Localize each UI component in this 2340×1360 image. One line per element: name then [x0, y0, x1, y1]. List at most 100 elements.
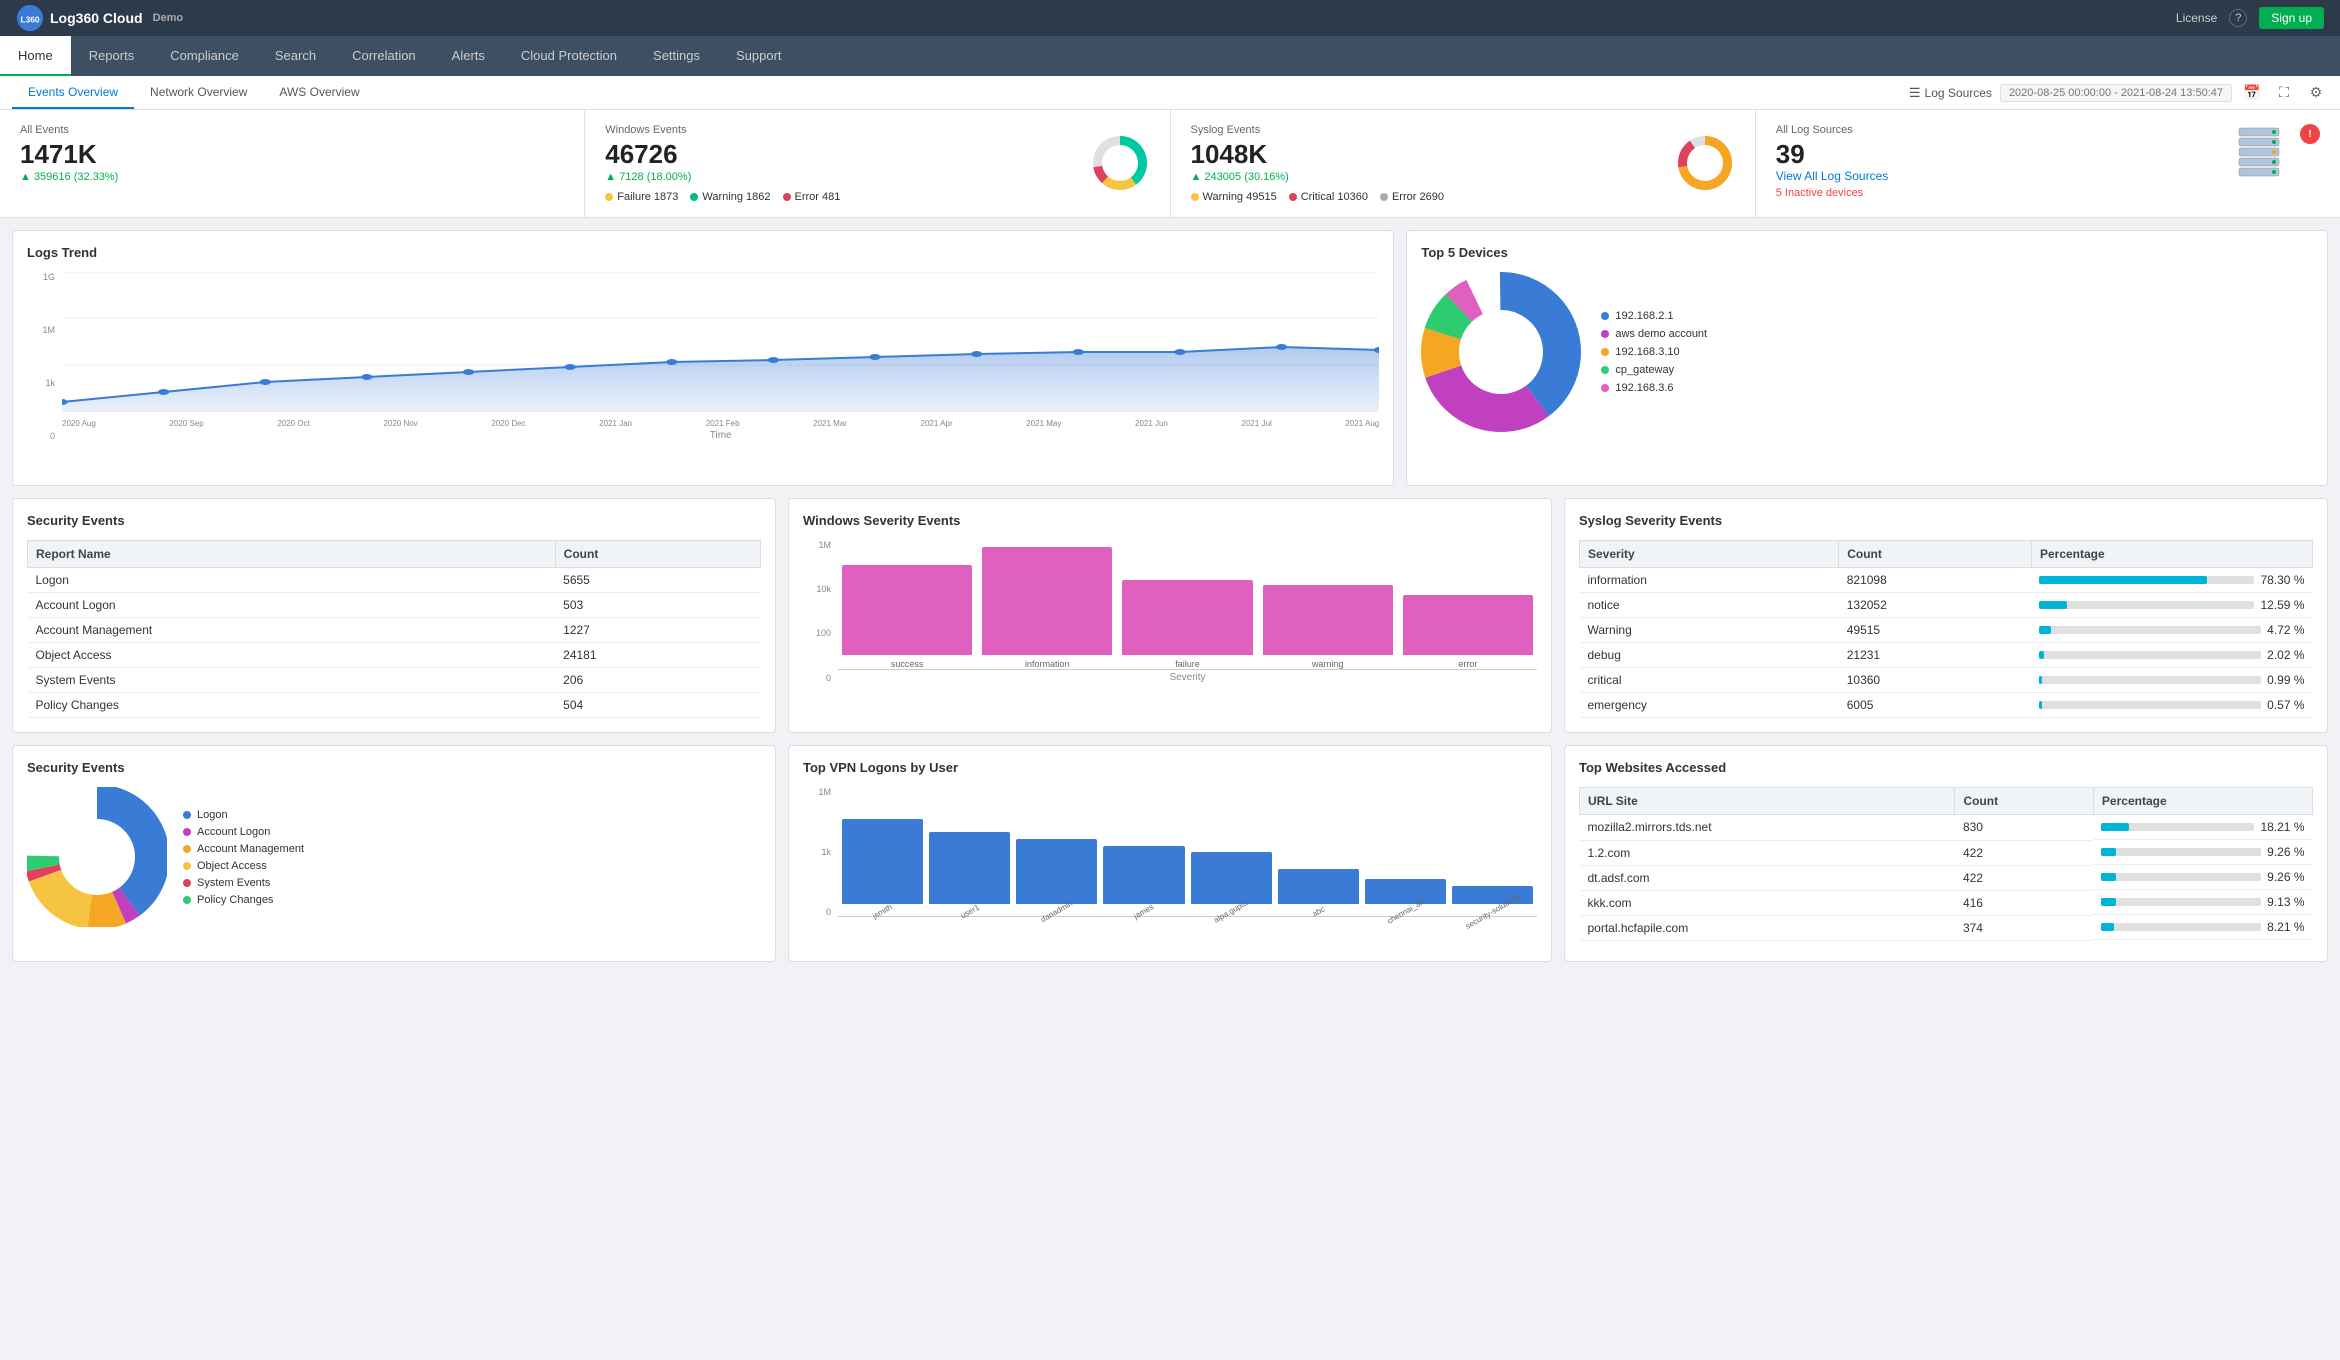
legend-label-3: 192.168.3.10 — [1615, 346, 1679, 358]
table-row: Account Management1227 — [28, 617, 761, 642]
legend-dot-3 — [1601, 348, 1609, 356]
log-sources-text: Log Sources — [1925, 86, 1992, 100]
vpn-bar-alpa: alpa.gupta — [1191, 852, 1272, 916]
expand-icon[interactable]: ⛶ — [2272, 81, 2296, 105]
sec-legend-system-events: System Events — [183, 877, 304, 889]
all-events-label: All Events — [20, 124, 564, 136]
syslog-error: Error 2690 — [1380, 191, 1444, 203]
syslog-severity-card: Syslog Severity Events Severity Count Pe… — [1564, 498, 2328, 734]
vpn-bar-abc: abc — [1278, 869, 1359, 916]
sec-legend-account-mgmt: Account Management — [183, 843, 304, 855]
syslog-events-change: ▲ 243005 (30.16%) — [1191, 171, 1675, 183]
top-bar-right: License ? Sign up — [2176, 7, 2324, 29]
syslog-events-block: Syslog Events 1048K ▲ 243005 (30.16%) Wa… — [1171, 110, 1756, 217]
nav-correlation[interactable]: Correlation — [334, 36, 434, 76]
logs-trend-card: Logs Trend 1G 1M 1k 0 — [12, 230, 1394, 486]
col-percentage: Percentage — [2031, 540, 2312, 567]
svg-text:L360: L360 — [20, 15, 39, 25]
log-sources-block: All Log Sources 39 View All Log Sources … — [1756, 110, 2340, 217]
nav-search[interactable]: Search — [257, 36, 334, 76]
app-name: Log360 Cloud — [50, 10, 143, 26]
logs-trend-title: Logs Trend — [27, 245, 1379, 260]
table-row: Warning 49515 4.72 % — [1580, 618, 2313, 643]
all-events-change: ▲ 359616 (32.33%) — [20, 171, 564, 183]
top-vpn-title: Top VPN Logons by User — [803, 760, 1537, 775]
sec-legend-policy-changes: Policy Changes — [183, 894, 304, 906]
sub-nav: Events Overview Network Overview AWS Ove… — [0, 76, 2340, 110]
security-events-donut — [27, 787, 167, 927]
stats-row: All Events 1471K ▲ 359616 (32.33%) Windo… — [0, 110, 2340, 218]
top-bar: L360 Log360 Cloud Demo License ? Sign up — [0, 0, 2340, 36]
legend-label-2: aws demo account — [1615, 328, 1707, 340]
col-url: URL Site — [1580, 788, 1955, 815]
table-row: information 821098 78.30 % — [1580, 567, 2313, 593]
table-row: Account Logon503 — [28, 592, 761, 617]
top-vpn-card: Top VPN Logons by User 1M 1k 0 jsmith us… — [788, 745, 1552, 962]
top-vpn-chart: 1M 1k 0 jsmith user1 danadmin — [803, 787, 1537, 947]
windows-severity-title: Windows Severity Events — [803, 513, 1537, 528]
nav-alerts[interactable]: Alerts — [434, 36, 503, 76]
security-pie-legend: Logon Account Logon Account Management O… — [183, 809, 304, 906]
windows-events-label: Windows Events — [605, 124, 1089, 136]
row2: Security Events Report Name Count Logon5… — [0, 498, 2340, 746]
all-events-value: 1471K — [20, 140, 564, 169]
legend-item-4: cp_gateway — [1601, 364, 1707, 376]
table-row: debug 21231 2.02 % — [1580, 643, 2313, 668]
inactive-devices-link[interactable]: 5 Inactive devices — [1776, 187, 2218, 199]
vpn-bar-jsmith: jsmith — [842, 819, 923, 916]
table-row: kkk.com 416 9.13 % — [1580, 890, 2313, 915]
table-row: Object Access24181 — [28, 642, 761, 667]
windows-severity-card: Windows Severity Events 1M 10k 100 0 suc… — [788, 498, 1552, 734]
log-sources-label: ☰ Log Sources — [1909, 85, 1992, 101]
table-row: mozilla2.mirrors.tds.net 830 18.21 % — [1580, 815, 2313, 841]
bar-information: information — [982, 547, 1112, 669]
top5-legend: 192.168.2.1 aws demo account 192.168.3.1… — [1601, 310, 1707, 394]
legend-dot-1 — [1601, 312, 1609, 320]
table-row: portal.hcfapile.com 374 8.21 % — [1580, 915, 2313, 940]
col-count: Count — [1955, 788, 2093, 815]
legend-label-5: 192.168.3.6 — [1615, 382, 1673, 394]
syslog-events-sub: Warning 49515 Critical 10360 Error 2690 — [1191, 191, 1675, 203]
table-row: Policy Changes504 — [28, 692, 761, 717]
sign-up-button[interactable]: Sign up — [2259, 7, 2324, 29]
nav-home[interactable]: Home — [0, 36, 71, 76]
syslog-donut — [1675, 133, 1735, 193]
subnav-events-overview[interactable]: Events Overview — [12, 76, 134, 109]
syslog-critical-label: Critical 10360 — [1301, 191, 1368, 203]
table-row: dt.adsf.com 422 9.26 % — [1580, 865, 2313, 890]
nav-settings[interactable]: Settings — [635, 36, 718, 76]
syslog-critical: Critical 10360 — [1289, 191, 1368, 203]
syslog-critical-dot — [1289, 193, 1297, 201]
windows-severity-chart: 1M 10k 100 0 success information failure — [803, 540, 1537, 713]
table-row: critical 10360 0.99 % — [1580, 668, 2313, 693]
windows-events-sub: Failure 1873 Warning 1862 Error 481 — [605, 191, 1089, 203]
security-events-pie-title: Security Events — [27, 760, 761, 775]
view-all-log-sources-link[interactable]: View All Log Sources — [1776, 169, 2218, 183]
table-row: emergency 6005 0.57 % — [1580, 693, 2313, 718]
subnav-network-overview[interactable]: Network Overview — [134, 76, 263, 109]
license-link[interactable]: License — [2176, 11, 2217, 25]
table-row: 1.2.com 422 9.26 % — [1580, 840, 2313, 865]
nav-compliance[interactable]: Compliance — [152, 36, 257, 76]
syslog-error-label: Error 2690 — [1392, 191, 1444, 203]
windows-severity-y-axis: 1M 10k 100 0 — [803, 540, 835, 683]
syslog-warning: Warning 49515 — [1191, 191, 1277, 203]
col-severity: Severity — [1580, 540, 1839, 567]
all-events-block: All Events 1471K ▲ 359616 (32.33%) — [0, 110, 585, 217]
sub-nav-right: ☰ Log Sources 2020-08-25 00:00:00 - 2021… — [1909, 81, 2328, 105]
subnav-aws-overview[interactable]: AWS Overview — [263, 76, 375, 109]
calendar-icon[interactable]: 📅 — [2240, 81, 2264, 105]
windows-events-value: 46726 — [605, 140, 1089, 169]
help-icon[interactable]: ? — [2229, 9, 2247, 27]
table-row: System Events206 — [28, 667, 761, 692]
nav-cloud-protection[interactable]: Cloud Protection — [503, 36, 635, 76]
vpn-bars: jsmith user1 danadmin james alpa.gupta — [838, 787, 1537, 917]
nav-support[interactable]: Support — [718, 36, 800, 76]
settings-icon[interactable]: ⚙ — [2304, 81, 2328, 105]
legend-item-3: 192.168.3.10 — [1601, 346, 1707, 358]
windows-warning: Warning 1862 — [690, 191, 770, 203]
security-events-pie-card: Security Events Logon Account Logon — [12, 745, 776, 962]
legend-label-4: cp_gateway — [1615, 364, 1674, 376]
security-events-table: Report Name Count Logon5655 Account Logo… — [27, 540, 761, 718]
nav-reports[interactable]: Reports — [71, 36, 153, 76]
